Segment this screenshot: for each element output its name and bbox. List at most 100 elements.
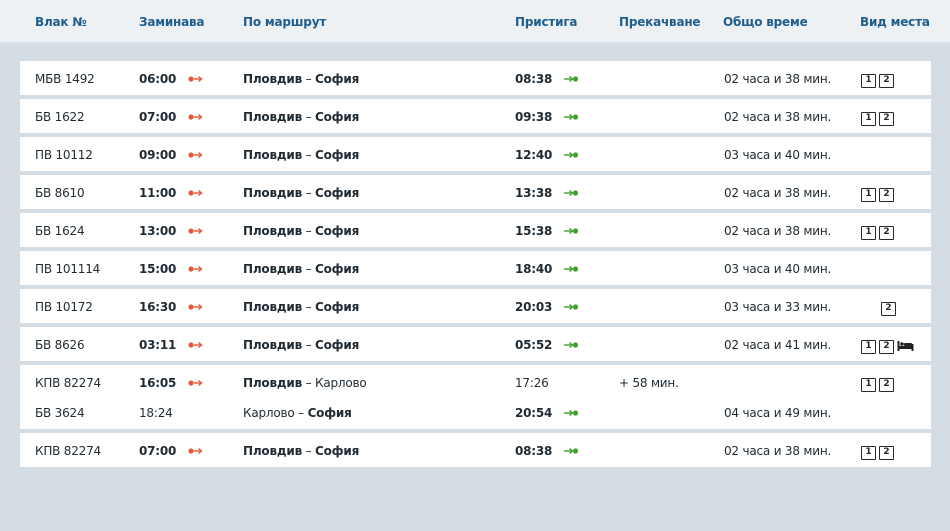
header-seat-type[interactable]: Вид места <box>860 15 930 29</box>
table-row[interactable]: ПВ 10112 09:00 Пловдив – София 12:40 03 часа… <box>20 137 931 171</box>
seat-class-2-badge: 2 <box>879 339 894 354</box>
seat-types: 12 <box>861 336 914 356</box>
arrival-arrow-dot-icon <box>563 446 579 456</box>
sleeper-bed-icon <box>897 337 914 356</box>
departure-time: 03:11 <box>139 338 177 352</box>
route-cell: Пловдив – София <box>243 148 359 162</box>
departure-dot-arrow-icon <box>188 150 204 160</box>
departure-time: 18:24 <box>139 406 173 420</box>
departure-time: 07:00 <box>139 444 177 458</box>
arrival-time: 18:40 <box>515 262 553 276</box>
train-number: КПВ 82274 <box>35 376 101 390</box>
route-from: Пловдив <box>243 300 302 314</box>
departure-dot-arrow-icon <box>188 446 204 456</box>
transfer-wait: + 58 мин. <box>619 376 679 390</box>
table-row[interactable]: МБВ 1492 06:00 Пловдив – София 08:38 02 часа… <box>20 61 931 95</box>
seat-class-2-badge: 2 <box>879 445 894 460</box>
table-row[interactable]: БВ 1622 07:00 Пловдив – София 09:38 02 часа … <box>20 99 931 133</box>
route-from: Пловдив <box>243 148 302 162</box>
route-from: Карлово <box>243 406 295 420</box>
route-separator: – <box>301 186 315 200</box>
seat-class-1-badge: 1 <box>861 73 876 88</box>
route-cell: Пловдив – София <box>243 186 359 200</box>
train-number: ПВ 10172 <box>35 300 93 314</box>
seat-types: 12 <box>861 70 897 89</box>
route-from: Пловдив <box>243 262 302 276</box>
train-number: БВ 1624 <box>35 224 85 238</box>
total-duration: 02 часа и 38 мин. <box>724 186 832 200</box>
train-number: БВ 8626 <box>35 338 85 352</box>
total-duration: 02 часа и 38 мин. <box>724 224 832 238</box>
route-to: София <box>315 262 360 276</box>
departure-time: 09:00 <box>139 148 177 162</box>
route-cell: Пловдив – София <box>243 300 359 314</box>
arrival-time: 05:52 <box>515 338 553 352</box>
departure-dot-arrow-icon <box>188 188 204 198</box>
train-number: КПВ 82274 <box>35 444 101 458</box>
header-route[interactable]: По маршрут <box>243 15 326 29</box>
departure-time: 06:00 <box>139 72 177 86</box>
route-separator: – <box>301 376 315 390</box>
arrival-arrow-dot-icon <box>563 112 579 122</box>
seat-types: 12 <box>861 184 897 203</box>
table-row[interactable]: БВ 8626 03:11 Пловдив – София 05:52 02 часа … <box>20 327 931 361</box>
header-train[interactable]: Влак № <box>35 15 87 29</box>
departure-dot-arrow-icon <box>188 302 204 312</box>
seat-types: 12 <box>861 108 897 127</box>
departure-time: 16:05 <box>139 376 177 390</box>
train-number: БВ 1622 <box>35 110 85 124</box>
departure-dot-arrow-icon <box>188 340 204 350</box>
route-to: София <box>315 300 360 314</box>
route-to: Карлово <box>315 376 367 390</box>
header-arrival[interactable]: Пристига <box>515 15 577 29</box>
train-number: БВ 8610 <box>35 186 85 200</box>
route-separator: – <box>301 110 315 124</box>
table-row-with-transfer[interactable]: КПВ 82274 16:05 Пловдив – Карлово 17:26 + 58… <box>20 365 931 429</box>
departure-time: 11:00 <box>139 186 177 200</box>
train-number: ПВ 101114 <box>35 262 101 276</box>
train-number: БВ 3624 <box>35 406 85 420</box>
header-departure[interactable]: Заминава <box>139 15 205 29</box>
route-separator: – <box>301 300 315 314</box>
seat-class-1-badge: 1 <box>861 445 876 460</box>
arrival-time: 17:26 <box>515 376 549 390</box>
route-to: София <box>315 148 360 162</box>
departure-dot-arrow-icon <box>188 74 204 84</box>
total-duration: 02 часа и 38 мин. <box>724 72 832 86</box>
departure-dot-arrow-icon <box>188 264 204 274</box>
route-to: София <box>315 72 360 86</box>
seat-class-1-badge: 1 <box>861 225 876 240</box>
header-transfer[interactable]: Прекачване <box>619 15 701 29</box>
seat-class-2-badge: 2 <box>879 111 894 126</box>
arrival-time: 08:38 <box>515 72 553 86</box>
seat-class-1-badge: 1 <box>861 339 876 354</box>
total-duration: 03 часа и 40 мин. <box>724 148 832 162</box>
route-cell: Пловдив – София <box>243 110 359 124</box>
table-row[interactable]: БВ 1624 13:00 Пловдив – София 15:38 02 часа … <box>20 213 931 247</box>
table-row[interactable]: БВ 8610 11:00 Пловдив – София 13:38 02 часа … <box>20 175 931 209</box>
seat-class-2-badge: 2 <box>879 73 894 88</box>
arrival-arrow-dot-icon <box>563 408 579 418</box>
arrival-arrow-dot-icon <box>563 226 579 236</box>
route-to: София <box>307 406 352 420</box>
arrival-time: 15:38 <box>515 224 553 238</box>
table-row[interactable]: ПВ 10172 16:30 Пловдив – София 20:03 03 часа… <box>20 289 931 323</box>
departure-time: 07:00 <box>139 110 177 124</box>
table-row[interactable]: ПВ 101114 15:00 Пловдив – София 18:40 03 час… <box>20 251 931 285</box>
total-duration: 04 часа и 49 мин. <box>724 406 832 420</box>
total-duration: 02 часа и 38 мин. <box>724 110 832 124</box>
departure-dot-arrow-icon <box>188 226 204 236</box>
route-separator: – <box>294 406 308 420</box>
total-duration: 03 часа и 33 мин. <box>724 300 832 314</box>
arrival-time: 20:54 <box>515 406 553 420</box>
timetable: МБВ 1492 06:00 Пловдив – София 08:38 02 часа… <box>20 61 931 471</box>
arrival-arrow-dot-icon <box>563 74 579 84</box>
table-row[interactable]: КПВ 82274 07:00 Пловдив – София 08:38 02 час… <box>20 433 931 467</box>
seat-class-2-badge: 2 <box>879 225 894 240</box>
table-header: Влак № Заминава По маршрут Пристига Прек… <box>0 0 950 43</box>
seat-types: 12 <box>861 222 897 241</box>
route-separator: – <box>301 444 315 458</box>
route-to: София <box>315 224 360 238</box>
header-total-time[interactable]: Общо време <box>723 15 808 29</box>
departure-dot-arrow-icon <box>188 112 204 122</box>
